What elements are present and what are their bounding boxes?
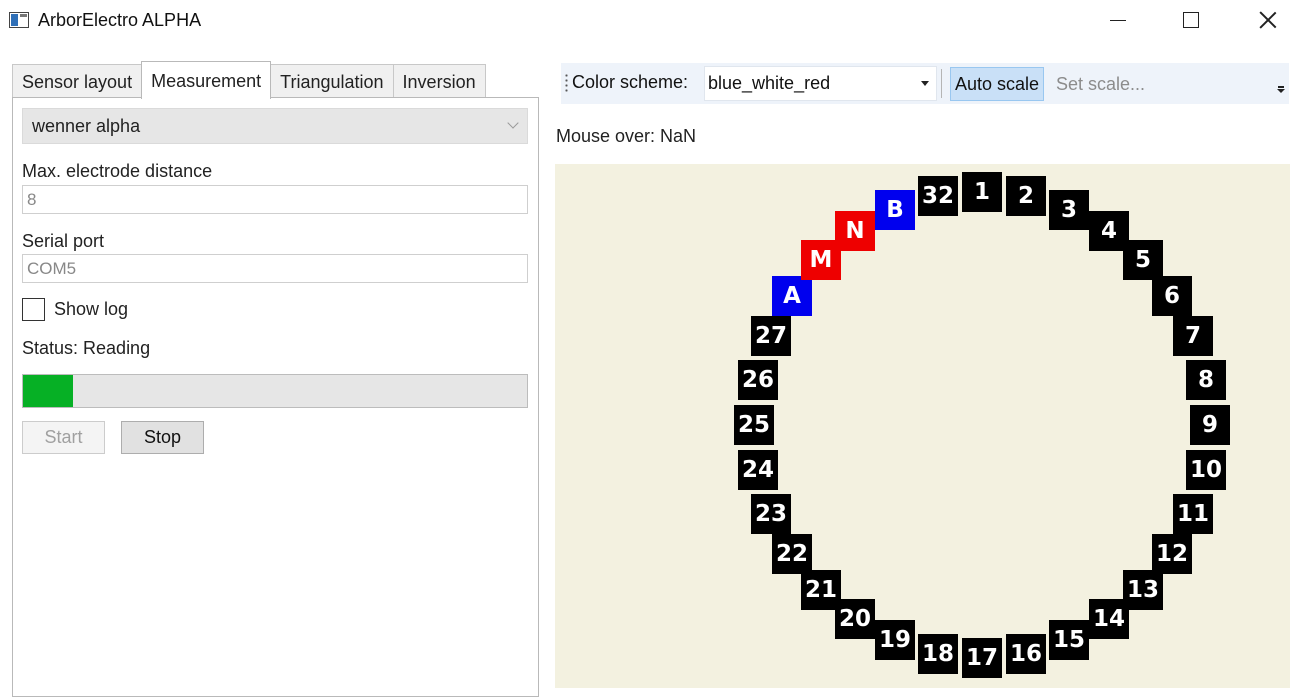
electrode-2[interactable]: 2 — [1006, 176, 1046, 216]
electrode-8[interactable]: 8 — [1186, 360, 1226, 400]
max-distance-field[interactable]: 8 — [22, 185, 528, 214]
measurement-method-select[interactable]: wenner alpha — [22, 108, 528, 144]
electrode-17[interactable]: 17 — [962, 638, 1002, 678]
electrode-5[interactable]: 5 — [1123, 240, 1163, 280]
electrode-25[interactable]: 25 — [734, 405, 774, 445]
progress-bar — [22, 374, 528, 408]
electrode-7[interactable]: 7 — [1173, 316, 1213, 356]
progress-bar-fill — [23, 375, 74, 407]
electrode-20[interactable]: 20 — [835, 599, 875, 639]
electrode-11[interactable]: 11 — [1173, 494, 1213, 534]
toolbar-separator — [941, 69, 942, 98]
close-button[interactable] — [1245, 0, 1290, 40]
close-icon — [1259, 11, 1277, 29]
dropdown-arrow-icon — [921, 81, 929, 86]
serial-port-field[interactable]: COM5 — [22, 254, 528, 283]
electrode-1[interactable]: 1 — [962, 172, 1002, 212]
max-distance-label: Max. electrode distance — [22, 161, 213, 181]
electrode-n[interactable]: N — [835, 211, 875, 251]
electrode-19[interactable]: 19 — [875, 620, 915, 660]
color-toolbar: Color scheme: blue_white_red Auto scale … — [561, 63, 1289, 104]
tab-measurement[interactable]: Measurement — [141, 61, 272, 99]
tab-strip: Sensor layout Measurement Triangulation … — [12, 61, 486, 100]
electrode-3[interactable]: 3 — [1049, 190, 1089, 230]
electrode-21[interactable]: 21 — [801, 570, 841, 610]
color-scheme-select[interactable]: blue_white_red — [704, 66, 937, 101]
tab-triangulation[interactable]: Triangulation — [270, 64, 394, 100]
show-log-row[interactable]: Show log — [22, 297, 128, 321]
measurement-method-value: wenner alpha — [32, 116, 141, 136]
mouse-over-readout: Mouse over: NaN — [556, 126, 697, 146]
color-scheme-label: Color scheme: — [572, 72, 689, 92]
electrode-10[interactable]: 10 — [1186, 450, 1226, 490]
toolbar-overflow-icon[interactable] — [1277, 81, 1285, 95]
electrode-22[interactable]: 22 — [772, 534, 812, 574]
tab-sensor-layout[interactable]: Sensor layout — [12, 64, 143, 100]
title-bar: ArborElectro ALPHA — [0, 0, 1290, 40]
set-scale-input[interactable]: Set scale... — [1049, 67, 1269, 101]
electrode-24[interactable]: 24 — [738, 450, 778, 490]
app-icon — [9, 12, 29, 28]
electrode-13[interactable]: 13 — [1123, 570, 1163, 610]
electrode-a[interactable]: A — [772, 276, 812, 316]
color-scheme-value: blue_white_red — [708, 73, 831, 93]
electrode-23[interactable]: 23 — [751, 494, 791, 534]
status-text: Status: Reading — [22, 338, 151, 358]
electrode-32[interactable]: 32 — [918, 176, 958, 216]
electrode-14[interactable]: 14 — [1089, 599, 1129, 639]
maximize-icon — [1183, 12, 1199, 28]
show-log-checkbox[interactable] — [22, 297, 45, 321]
toolbar-grip-icon[interactable] — [565, 73, 568, 93]
serial-port-label: Serial port — [22, 231, 105, 251]
electrode-6[interactable]: 6 — [1152, 276, 1192, 316]
electrode-12[interactable]: 12 — [1152, 534, 1192, 574]
tab-inversion[interactable]: Inversion — [392, 64, 486, 100]
maximize-button[interactable] — [1168, 0, 1214, 40]
electrode-26[interactable]: 26 — [738, 360, 778, 400]
auto-scale-toggle[interactable]: Auto scale — [950, 67, 1045, 101]
start-button[interactable]: Start — [22, 421, 105, 454]
electrode-16[interactable]: 16 — [1006, 634, 1046, 674]
electrode-canvas[interactable]: 1 2 3 4 5 6 7 8 9 10 11 12 13 14 15 16 17 18 19 20 21 22 23 24 2… — [555, 164, 1290, 688]
electrode-15[interactable]: 15 — [1049, 620, 1089, 660]
electrode-18[interactable]: 18 — [918, 634, 958, 674]
stop-button[interactable]: Stop — [121, 421, 204, 454]
electrode-27[interactable]: 27 — [751, 316, 791, 356]
minimize-icon — [1110, 19, 1126, 21]
show-log-label: Show log — [54, 298, 129, 319]
chevron-down-icon — [507, 117, 519, 129]
minimize-button[interactable] — [1095, 0, 1141, 40]
electrode-b[interactable]: B — [875, 190, 915, 230]
window-title: ArborElectro ALPHA — [38, 10, 202, 30]
electrode-9[interactable]: 9 — [1190, 405, 1230, 445]
